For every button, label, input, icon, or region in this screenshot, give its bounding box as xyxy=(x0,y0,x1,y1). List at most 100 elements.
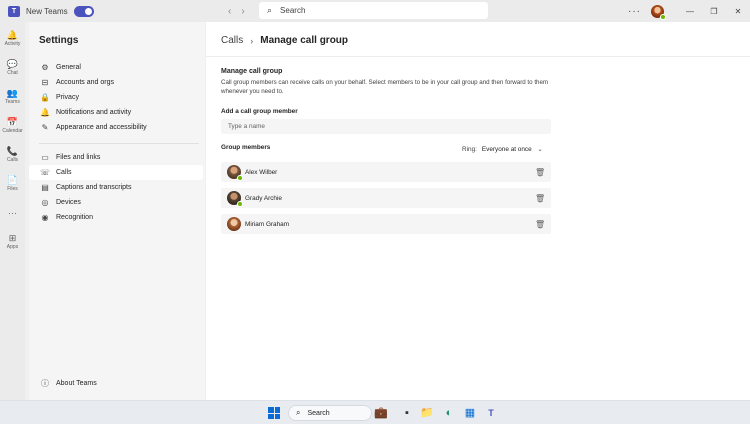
section-title: Manage call group xyxy=(221,68,283,75)
rail-item-chat[interactable]: 💬 Chat xyxy=(0,53,25,82)
rail-label: Activity xyxy=(4,41,21,47)
member-name: Alex Wilber xyxy=(245,168,278,176)
trash-icon[interactable]: 🗑 xyxy=(535,194,545,203)
more-options-icon[interactable]: ··· xyxy=(628,6,641,17)
rail-item-calls[interactable]: 📞 Calls xyxy=(0,140,25,169)
settings-item-privacy[interactable]: 🔒 Privacy xyxy=(29,90,203,105)
task-view-icon[interactable]: ▪ xyxy=(400,406,414,420)
settings-item-files[interactable]: ▭ Files and links xyxy=(29,150,203,165)
settings-item-label: About Teams xyxy=(56,380,97,387)
app-rail: 🔔 Activity 💬 Chat 👥 Teams 📅 Calendar 📞 C… xyxy=(0,22,25,400)
apps-icon: ⊞ xyxy=(8,233,17,243)
rail-item-apps[interactable]: ⊞ Apps xyxy=(0,227,25,256)
settings-item-captions[interactable]: ▤ Captions and transcripts xyxy=(29,180,203,195)
settings-divider xyxy=(39,143,199,144)
search-box[interactable]: ⌕ Search xyxy=(259,2,488,19)
settings-item-appearance[interactable]: ✎ Appearance and accessibility xyxy=(29,120,203,135)
lock-icon: 🔒 xyxy=(40,93,50,102)
taskbar-search[interactable]: ⌕ Search xyxy=(288,405,372,421)
close-button[interactable]: ✕ xyxy=(726,7,750,16)
breadcrumb: Calls › Manage call group xyxy=(221,35,348,46)
rail-label: Teams xyxy=(5,99,20,105)
member-row: Grady Archie 🗑 xyxy=(221,188,551,208)
more-icon: ··· xyxy=(8,207,17,218)
app-switch: T New Teams xyxy=(0,5,220,17)
captions-icon: ▤ xyxy=(41,183,49,192)
settings-item-label: Devices xyxy=(56,199,81,206)
new-teams-toggle[interactable] xyxy=(73,5,94,17)
restore-button[interactable]: ❐ xyxy=(702,7,726,16)
rail-label: Apps xyxy=(6,244,19,250)
rail-label: Calls xyxy=(6,157,19,163)
member-name: Grady Archie xyxy=(245,194,282,202)
bell-icon: 🔔 xyxy=(6,30,19,40)
info-icon: ⓘ xyxy=(41,379,49,388)
windows-start-icon[interactable] xyxy=(268,407,280,419)
settings-item-label: General xyxy=(56,64,81,71)
settings-item-calls[interactable]: ☏ Calls xyxy=(29,165,203,180)
breadcrumb-calls-link[interactable]: Calls xyxy=(221,35,243,46)
search-icon: ⌕ xyxy=(267,5,273,15)
file-explorer-icon[interactable]: 📁 xyxy=(420,406,434,420)
store-icon[interactable]: ▦ xyxy=(463,406,477,420)
edge-browser-icon[interactable]: ◐ xyxy=(442,406,456,420)
gear-icon: ⚙ xyxy=(41,63,49,72)
presence-available-icon xyxy=(237,175,243,181)
teams-logo-icon: T xyxy=(8,5,20,17)
settings-item-recognition[interactable]: ◉ Recognition xyxy=(29,210,203,225)
settings-item-label: Privacy xyxy=(56,94,79,101)
settings-item-accounts[interactable]: ⊟ Accounts and orgs xyxy=(29,75,203,90)
trash-icon[interactable]: 🗑 xyxy=(535,220,545,229)
rail-item-activity[interactable]: 🔔 Activity xyxy=(0,24,25,53)
rail-item-more[interactable]: ··· xyxy=(0,198,25,227)
bell-icon: 🔔 xyxy=(40,108,50,117)
avatar xyxy=(227,165,243,181)
ring-value: Everyone at once xyxy=(481,146,532,153)
ring-dropdown[interactable]: Ring: Everyone at once ⌄ xyxy=(462,146,543,153)
back-arrow-icon[interactable]: ‹ xyxy=(228,6,231,17)
rail-item-files[interactable]: 📄 Files xyxy=(0,169,25,198)
settings-item-label: Calls xyxy=(56,169,72,176)
search-placeholder: Search xyxy=(280,6,306,15)
paintbrush-icon: ✎ xyxy=(41,123,49,132)
chevron-down-icon: ⌄ xyxy=(537,147,543,153)
settings-item-label: Captions and transcripts xyxy=(56,184,132,191)
settings-item-general[interactable]: ⚙ General xyxy=(29,60,203,75)
settings-item-devices[interactable]: ◎ Devices xyxy=(29,195,203,210)
rail-label: Chat xyxy=(7,70,18,76)
search-icon: ⌕ xyxy=(296,408,301,417)
trash-icon[interactable]: 🗑 xyxy=(535,168,545,177)
rail-item-calendar[interactable]: 📅 Calendar xyxy=(0,111,25,140)
presence-available-icon xyxy=(237,201,243,207)
settings-panel: Settings ⚙ General ⊟ Accounts and orgs 🔒… xyxy=(29,22,205,400)
windows-taskbar: ⌕ Search 💼 ▪ 📁 ◐ ▦ T xyxy=(0,400,750,424)
group-members-label: Group members xyxy=(221,144,271,151)
avatar xyxy=(227,191,243,207)
settings-item-about[interactable]: ⓘ About Teams xyxy=(29,376,203,391)
page-title: Manage call group xyxy=(260,35,349,46)
teams-icon: 👥 xyxy=(6,88,19,98)
title-bar: T New Teams ‹ › ⌕ Search ··· — ❐ ✕ xyxy=(0,0,750,22)
forward-arrow-icon[interactable]: › xyxy=(241,6,244,17)
teams-taskbar-icon[interactable]: T xyxy=(484,406,498,420)
header-divider xyxy=(206,56,750,57)
settings-item-notifications[interactable]: 🔔 Notifications and activity xyxy=(29,105,203,120)
add-member-input[interactable] xyxy=(221,119,551,134)
member-row: Alex Wilber 🗑 xyxy=(221,162,551,182)
chat-icon: 💬 xyxy=(6,59,19,69)
file-icon: ▭ xyxy=(41,153,49,162)
settings-item-label: Appearance and accessibility xyxy=(56,124,147,131)
settings-item-label: Accounts and orgs xyxy=(56,79,114,86)
phone-icon: 📞 xyxy=(6,146,19,156)
files-icon: 📄 xyxy=(6,175,19,185)
briefcase-icon[interactable]: 💼 xyxy=(374,406,388,420)
member-row: Miriam Graham 🗑 xyxy=(221,214,551,234)
accounts-icon: ⊟ xyxy=(41,78,49,87)
minimize-button[interactable]: — xyxy=(678,7,702,16)
main-content: Calls › Manage call group Manage call gr… xyxy=(206,22,750,400)
rail-item-teams[interactable]: 👥 Teams xyxy=(0,82,25,111)
settings-item-label: Files and links xyxy=(56,154,101,161)
history-navigation: ‹ › xyxy=(228,6,245,17)
avatar xyxy=(227,217,241,231)
profile-avatar[interactable] xyxy=(651,4,666,20)
